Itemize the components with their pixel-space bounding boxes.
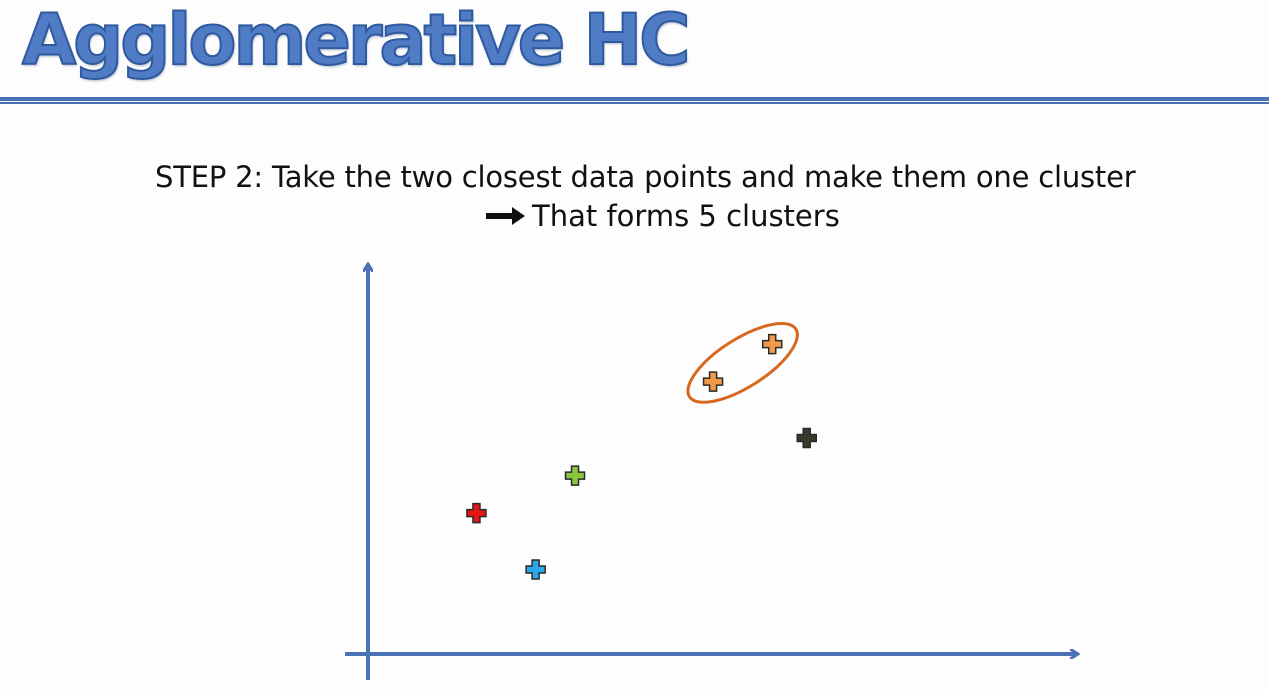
data-point-1 [466, 502, 487, 524]
data-point-6 [796, 427, 817, 449]
data-point-3 [564, 465, 586, 486]
cluster-outline-1 [686, 322, 799, 404]
data-point-4 [702, 371, 724, 392]
scatter-plot [345, 0, 1269, 680]
data-point-2 [525, 559, 546, 580]
data-point-5 [761, 333, 783, 355]
slide: Agglomerative HC STEP 2: Take the two cl… [0, 0, 1269, 689]
